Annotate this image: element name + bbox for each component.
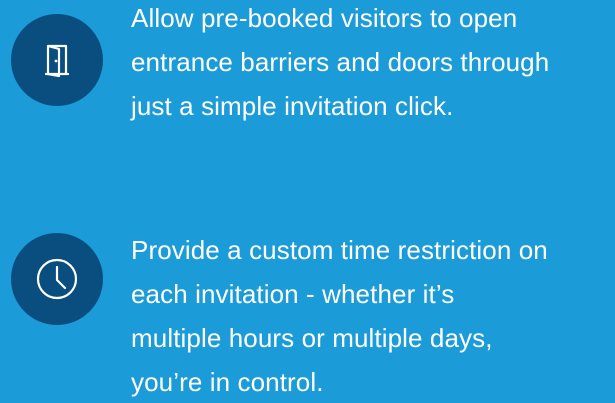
clock-icon-badge [11,233,103,325]
feature-time-restriction: Provide a custom time restriction on eac… [0,222,615,403]
feature-door-access: Allow pre-booked visitors to open entran… [0,0,615,170]
door-icon-badge [11,14,103,106]
feature-description: Allow pre-booked visitors to open entran… [131,3,550,121]
clock-icon [36,258,78,300]
door-icon [44,44,70,78]
feature-description: Provide a custom time restriction on eac… [131,235,548,397]
